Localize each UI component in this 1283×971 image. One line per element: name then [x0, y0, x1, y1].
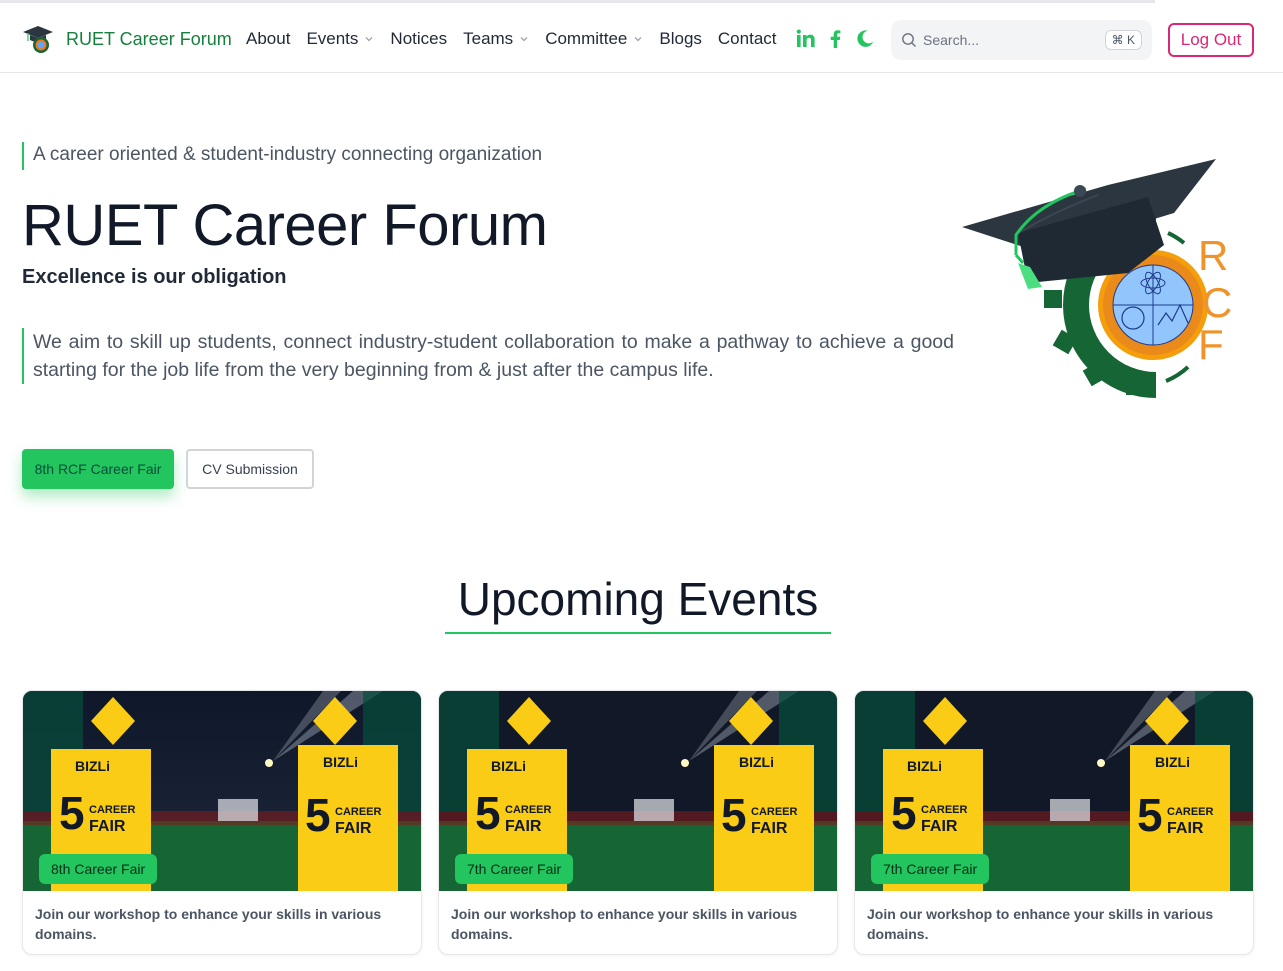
logout-button[interactable]: Log Out	[1168, 23, 1254, 57]
banner-line1: CAREER	[89, 804, 136, 816]
banner-line1: CAREER	[335, 806, 382, 818]
banner-number: 5	[891, 787, 917, 839]
banner-number: 5	[721, 789, 747, 841]
banner-line2: FAIR	[751, 820, 788, 837]
event-description: Join our workshop to enhance your skills…	[451, 906, 798, 942]
nav-contact[interactable]: Contact	[718, 29, 777, 49]
nav-blogs[interactable]: Blogs	[659, 29, 702, 49]
event-description: Join our workshop to enhance your skills…	[867, 906, 1214, 942]
career-fair-button[interactable]: 8th RCF Career Fair	[22, 449, 174, 489]
nav-notices-label: Notices	[390, 29, 448, 48]
banner-line1: CAREER	[921, 804, 968, 816]
nav-links: About Events Notices Teams Committee Blo…	[246, 29, 793, 49]
hero-tagline: A career oriented & student-industry con…	[22, 142, 542, 170]
cv-submission-button[interactable]: CV Submission	[186, 449, 314, 489]
nav-blogs-label: Blogs	[659, 29, 702, 48]
nav-about[interactable]: About	[246, 29, 290, 49]
banner-brand: BIZLi	[739, 754, 774, 770]
banner-line2: FAIR	[1167, 820, 1204, 837]
banner-line1: CAREER	[1167, 806, 1214, 818]
event-cards: BIZLi BIZLi 5 5 CAREER CAREER FAIR FAIR …	[22, 690, 1254, 955]
moon-icon[interactable]	[855, 28, 875, 48]
rcf-logo: R C F	[958, 155, 1250, 413]
hero-mission: We aim to skill up students, connect ind…	[22, 328, 954, 384]
banner-line1: CAREER	[751, 806, 798, 818]
chevron-down-icon	[634, 37, 642, 42]
banner-brand: BIZLi	[75, 758, 110, 774]
chevron-down-icon	[520, 37, 528, 42]
banner-number: 5	[475, 787, 501, 839]
brand[interactable]: RUET Career Forum	[22, 24, 232, 54]
banner-line2: FAIR	[335, 820, 372, 837]
nav-teams[interactable]: Teams	[463, 29, 529, 49]
banner-brand: BIZLi	[491, 758, 526, 774]
banner-brand: BIZLi	[323, 754, 358, 770]
logo-letter-c: C	[1202, 279, 1232, 326]
nav-teams-label: Teams	[463, 29, 514, 48]
search-icon	[902, 33, 916, 47]
banner-line1: CAREER	[505, 804, 552, 816]
nav-committee[interactable]: Committee	[545, 29, 643, 49]
banner-number: 5	[59, 787, 85, 839]
brand-name: RUET Career Forum	[66, 28, 232, 49]
facebook-icon[interactable]	[825, 28, 845, 48]
event-image: BIZLi BIZLi 5 5 CAREER CAREER FAIR FAIR …	[855, 691, 1253, 891]
section-title-upcoming-events: Upcoming Events	[445, 572, 831, 634]
nav-events[interactable]: Events	[306, 29, 374, 49]
linkedin-icon[interactable]	[795, 28, 815, 48]
banner-brand: BIZLi	[907, 758, 942, 774]
logo-letter-r: R	[1198, 232, 1228, 279]
social-links	[795, 28, 875, 48]
event-image: BIZLi BIZLi 5 5 CAREER CAREER FAIR FAIR …	[439, 691, 837, 891]
event-image: BIZLi BIZLi 5 5 CAREER CAREER FAIR FAIR …	[23, 691, 421, 891]
nav-committee-label: Committee	[545, 29, 628, 48]
brand-logo-icon	[22, 24, 53, 54]
hero-subtitle: Excellence is our obligation	[22, 266, 287, 288]
event-description: Join our workshop to enhance your skills…	[35, 906, 382, 942]
banner-number: 5	[305, 789, 331, 841]
navbar: RUET Career Forum About Events Notices T…	[0, 6, 1283, 73]
nav-events-label: Events	[306, 29, 359, 48]
banner-line2: FAIR	[505, 818, 542, 835]
nav-about-label: About	[246, 29, 291, 48]
banner-line2: FAIR	[921, 818, 958, 835]
event-card[interactable]: BIZLi BIZLi 5 5 CAREER CAREER FAIR FAIR …	[438, 690, 838, 955]
logo-letter-f: F	[1198, 321, 1224, 368]
nav-notices[interactable]: Notices	[390, 29, 447, 49]
banner-line2: FAIR	[89, 818, 126, 835]
event-card[interactable]: BIZLi BIZLi 5 5 CAREER CAREER FAIR FAIR …	[854, 690, 1254, 955]
banner-brand: BIZLi	[1155, 754, 1190, 770]
hero-title: RUET Career Forum	[22, 193, 548, 258]
event-badge: 7th Career Fair	[455, 854, 574, 884]
event-card[interactable]: BIZLi BIZLi 5 5 CAREER CAREER FAIR FAIR …	[22, 690, 422, 955]
nav-contact-label: Contact	[717, 29, 777, 48]
search-shortcut-badge: ⌘ K	[1104, 30, 1142, 50]
search-box[interactable]: ⌘ K	[891, 20, 1152, 60]
event-badge: 7th Career Fair	[871, 854, 990, 884]
banner-number: 5	[1137, 789, 1163, 841]
chevron-down-icon	[365, 37, 373, 42]
search-input[interactable]	[923, 32, 1093, 48]
event-badge: 8th Career Fair	[39, 854, 158, 884]
